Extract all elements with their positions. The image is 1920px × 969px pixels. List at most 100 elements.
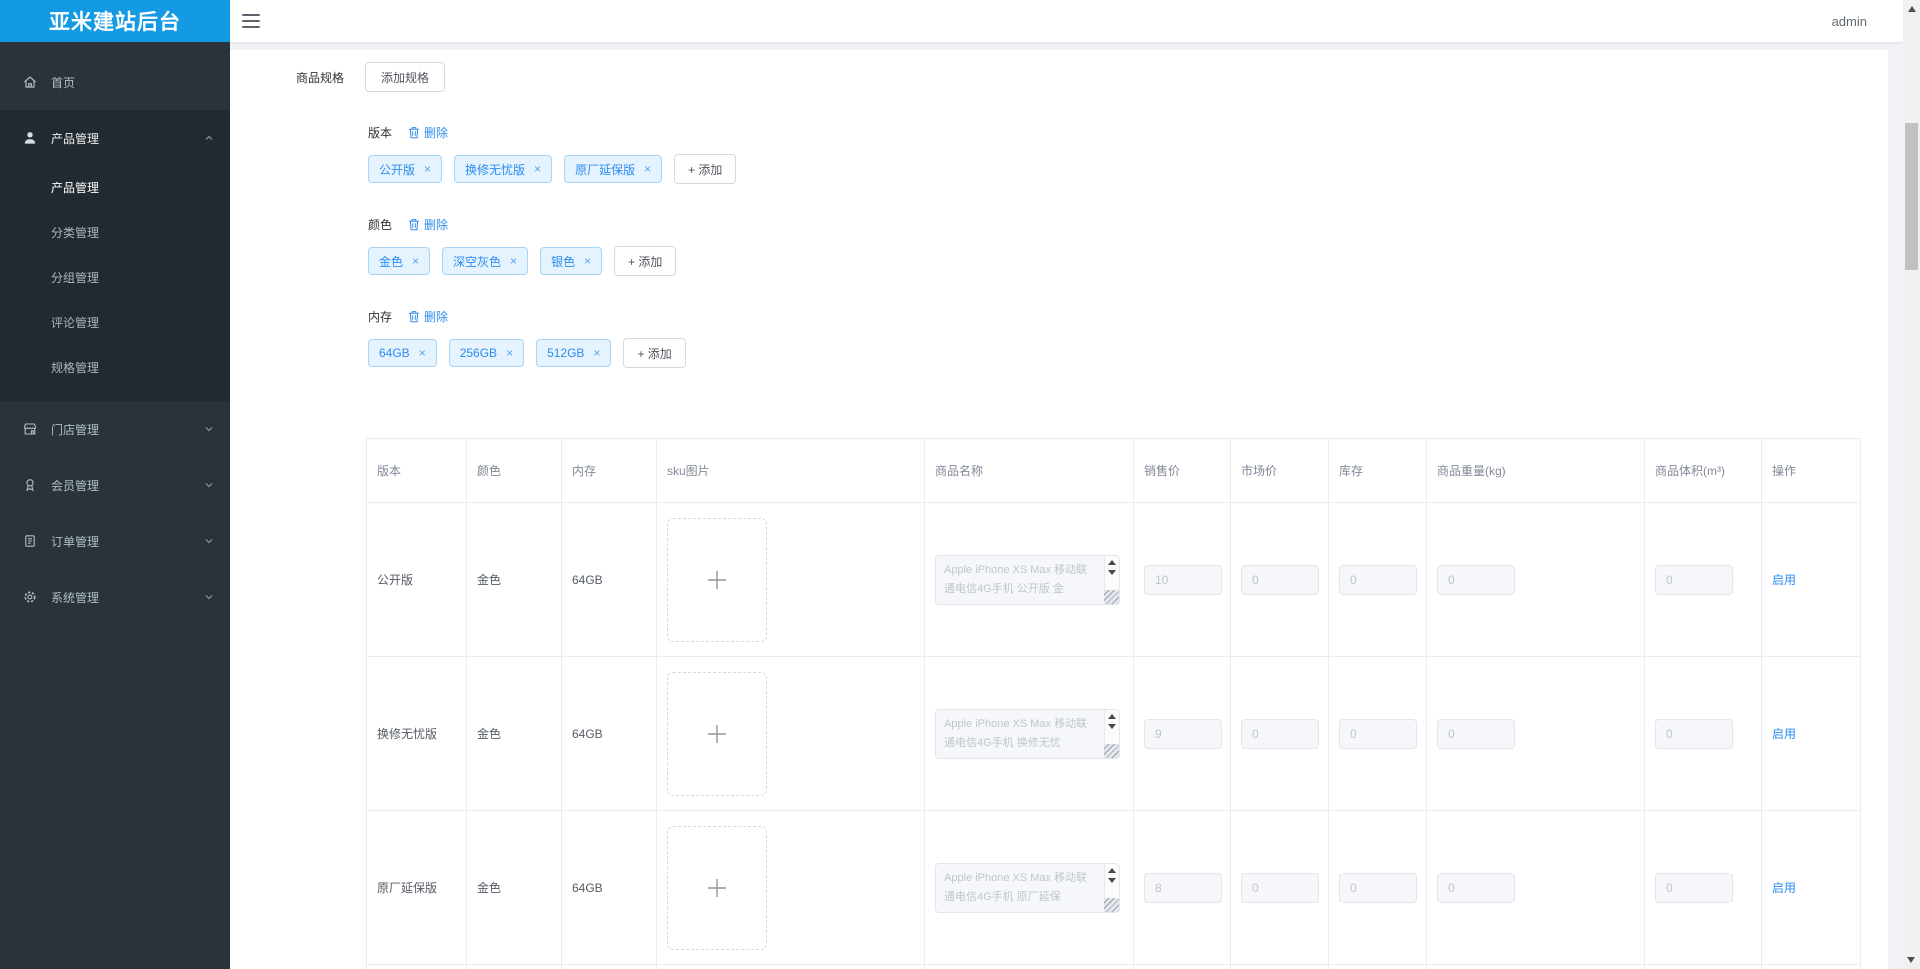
product-name-textarea[interactable]: Apple iPhone XS Max 移动联通电信4G手机 原厂延保 xyxy=(935,862,1120,913)
sidebar-item-order-management[interactable]: 订单管理 xyxy=(0,513,230,569)
sidebar-subitem-comment-management[interactable]: 评论管理 xyxy=(0,301,230,346)
tag-chip[interactable]: 64GB xyxy=(368,339,437,367)
sale-price-input[interactable] xyxy=(1144,718,1222,749)
volume-input[interactable] xyxy=(1655,564,1733,595)
tag-chip[interactable]: 256GB xyxy=(448,339,525,367)
spec-group-title-memory: 内存 删除 xyxy=(368,308,1888,324)
tag-close-icon[interactable] xyxy=(593,347,600,359)
table-row: 公开版 金色 64GB Apple iPhone XS Max 移动联通电信4G… xyxy=(366,502,1861,657)
tag-close-icon[interactable] xyxy=(584,255,591,267)
weight-input[interactable] xyxy=(1437,564,1515,595)
col-header-action: 操作 xyxy=(1761,438,1861,503)
sidebar-item-label: 产品管理 xyxy=(51,131,100,146)
tag-chip[interactable]: 银色 xyxy=(540,247,603,275)
order-icon xyxy=(22,533,38,549)
product-name-textarea[interactable]: Apple iPhone XS Max 移动联通电信4G手机 换修无忧 xyxy=(935,708,1120,759)
sku-image-upload[interactable] xyxy=(667,671,767,796)
col-header-sku-image: sku图片 xyxy=(656,438,925,503)
add-tag-button[interactable]: + 添加 xyxy=(623,338,686,368)
tag-close-icon[interactable] xyxy=(424,163,431,175)
tag-row-memory: 64GB 256GB 512GB + 添加 xyxy=(368,338,1888,368)
hamburger-menu-icon[interactable] xyxy=(242,14,260,28)
delete-group-link[interactable]: 删除 xyxy=(408,124,448,141)
enable-link[interactable]: 启用 xyxy=(1772,727,1796,741)
sidebar-subitem-group-management[interactable]: 分组管理 xyxy=(0,256,230,301)
table-header-row: 版本 颜色 内存 sku图片 商品名称 销售价 市场价 库存 商品重量(kg) … xyxy=(366,438,1861,503)
sidebar-group-product: 产品管理 产品管理 分类管理 分组管理 评论管理 规格管理 xyxy=(0,110,230,401)
tag-chip[interactable]: 金色 xyxy=(368,247,431,275)
resize-grip-icon[interactable] xyxy=(1104,897,1119,912)
product-name-text: Apple iPhone XS Max 移动联通电信4G手机 公开版 金 xyxy=(944,563,1088,595)
cell-color: 金色 xyxy=(466,502,562,657)
market-price-input[interactable] xyxy=(1241,872,1319,903)
tag-close-icon[interactable] xyxy=(506,347,513,359)
resize-grip-icon[interactable] xyxy=(1104,743,1119,758)
stock-input[interactable] xyxy=(1339,872,1417,903)
cell-version: 原厂延保版 xyxy=(366,810,467,965)
sku-image-upload[interactable] xyxy=(667,825,767,950)
content-area: 商品规格 添加规格 版本 删除 公开版 × 换修无忧版 × 原厂延保版 × + … xyxy=(230,42,1903,969)
cell-memory: 64GB xyxy=(561,502,657,657)
cell-color: 金色 xyxy=(466,656,562,811)
delete-group-link[interactable]: 删除 xyxy=(408,308,448,325)
enable-link[interactable]: 启用 xyxy=(1772,881,1796,895)
add-tag-button[interactable]: + 添加 xyxy=(674,154,737,184)
group-name: 颜色 xyxy=(368,217,393,232)
product-name-textarea[interactable]: Apple iPhone XS Max 移动联通电信4G手机 公开版 金 xyxy=(935,554,1120,605)
market-price-input[interactable] xyxy=(1241,718,1319,749)
add-tag-button[interactable]: + 添加 xyxy=(614,246,677,276)
tag-row-version: 公开版 换修无忧版 原厂延保版 + 添加 xyxy=(368,154,1888,184)
tag-chip[interactable]: 512GB xyxy=(536,339,612,367)
current-user[interactable]: admin xyxy=(1832,14,1867,29)
volume-input[interactable] xyxy=(1655,718,1733,749)
delete-group-link[interactable]: 删除 xyxy=(408,216,448,233)
volume-input[interactable] xyxy=(1655,872,1733,903)
weight-input[interactable] xyxy=(1437,872,1515,903)
tag-label: 512GB xyxy=(547,346,585,360)
market-price-input[interactable] xyxy=(1241,564,1319,595)
add-spec-button[interactable]: 添加规格 xyxy=(365,62,446,92)
sku-image-upload[interactable] xyxy=(667,517,767,642)
sidebar-subitem-category-management[interactable]: 分类管理 xyxy=(0,211,230,256)
sidebar-item-home[interactable]: 首页 xyxy=(0,54,230,110)
sidebar-item-member-management[interactable]: 会员管理 xyxy=(0,457,230,513)
enable-link[interactable]: 启用 xyxy=(1772,573,1796,587)
sidebar-item-label: 门店管理 xyxy=(51,422,100,437)
top-header: admin xyxy=(230,0,1903,42)
sale-price-input[interactable] xyxy=(1144,564,1222,595)
tag-chip[interactable]: 原厂延保版 xyxy=(564,155,663,183)
scrollbar-thumb[interactable] xyxy=(1905,123,1918,270)
scroll-down-arrow-icon[interactable] xyxy=(1907,957,1915,963)
tag-close-icon[interactable] xyxy=(510,255,517,267)
sidebar-item-system-management[interactable]: 系统管理 xyxy=(0,569,230,625)
cell-color: 金色 xyxy=(466,810,562,965)
spec-section-label: 商品规格 xyxy=(296,70,345,85)
sidebar-subitem-spec-management[interactable]: 规格管理 xyxy=(0,346,230,391)
col-header-sale-price: 销售价 xyxy=(1133,438,1231,503)
tag-chip[interactable]: 深空灰色 xyxy=(442,247,529,275)
sidebar-item-product-management[interactable]: 产品管理 xyxy=(0,110,230,166)
stock-input[interactable] xyxy=(1339,718,1417,749)
col-header-name: 商品名称 xyxy=(924,438,1134,503)
sale-price-input[interactable] xyxy=(1144,872,1222,903)
chevron-down-icon xyxy=(204,480,214,490)
sidebar-item-label: 会员管理 xyxy=(51,478,100,493)
tag-close-icon[interactable] xyxy=(412,255,419,267)
tag-chip[interactable]: 换修无忧版 xyxy=(454,155,553,183)
sidebar-subitem-product-management[interactable]: 产品管理 xyxy=(0,166,230,211)
sidebar-item-store-management[interactable]: 门店管理 xyxy=(0,401,230,457)
resize-grip-icon[interactable] xyxy=(1104,589,1119,604)
chevron-up-icon xyxy=(204,133,214,143)
weight-input[interactable] xyxy=(1437,718,1515,749)
col-header-memory: 内存 xyxy=(561,438,657,503)
group-name: 内存 xyxy=(368,309,393,324)
tag-close-icon[interactable] xyxy=(534,163,541,175)
page-scrollbar[interactable] xyxy=(1903,0,1920,969)
tag-label: 深空灰色 xyxy=(453,254,502,269)
scroll-up-arrow-icon[interactable] xyxy=(1907,6,1916,12)
tag-close-icon[interactable] xyxy=(644,163,651,175)
tag-chip[interactable]: 公开版 xyxy=(368,155,443,183)
delete-label: 删除 xyxy=(424,309,449,324)
stock-input[interactable] xyxy=(1339,564,1417,595)
tag-close-icon[interactable] xyxy=(419,347,426,359)
